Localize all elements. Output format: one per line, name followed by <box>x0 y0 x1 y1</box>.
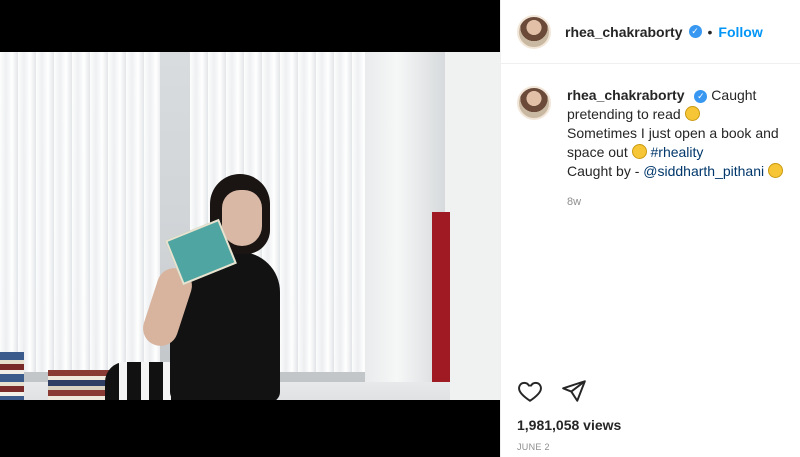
paper-plane-icon[interactable] <box>561 378 587 409</box>
separator-dot: • <box>707 23 713 40</box>
hashtag-link[interactable]: #rheality <box>651 144 704 160</box>
red-panel <box>432 212 450 382</box>
caption: rhea_chakraborty ✓ Caught pretending to … <box>501 64 800 212</box>
caption-line-3: Caught by - <box>567 163 644 179</box>
curtain-left <box>0 52 160 372</box>
follow-button[interactable]: Follow <box>718 24 762 40</box>
caption-text: rhea_chakraborty ✓ Caught pretending to … <box>567 86 784 212</box>
grinning-emoji-icon <box>768 163 784 178</box>
video-player[interactable] <box>0 52 500 400</box>
avatar[interactable] <box>517 14 551 49</box>
author-username[interactable]: rhea_chakraborty <box>565 24 683 40</box>
book-stack <box>0 352 24 400</box>
avatar[interactable] <box>517 86 551 120</box>
post-age[interactable]: 8w <box>567 193 784 212</box>
laughing-emoji-icon <box>684 106 700 121</box>
caption-author[interactable]: rhea_chakraborty <box>567 87 685 103</box>
person-face <box>222 190 262 246</box>
heart-icon[interactable] <box>517 378 543 409</box>
smiling-emoji-icon <box>631 144 647 159</box>
verified-badge-icon: ✓ <box>694 89 708 103</box>
post-media[interactable] <box>0 0 500 457</box>
post-actions <box>517 378 587 409</box>
post-sidebar: rhea_chakraborty ✓ • Follow rhea_chakrab… <box>500 0 800 457</box>
view-count[interactable]: 1,981,058 views <box>517 417 621 433</box>
mention-link[interactable]: @siddharth_pithani <box>643 163 764 179</box>
post-date: JUNE 2 <box>517 442 550 452</box>
wall <box>445 52 500 400</box>
verified-badge-icon: ✓ <box>688 25 702 38</box>
post-header: rhea_chakraborty ✓ • Follow <box>501 0 800 64</box>
